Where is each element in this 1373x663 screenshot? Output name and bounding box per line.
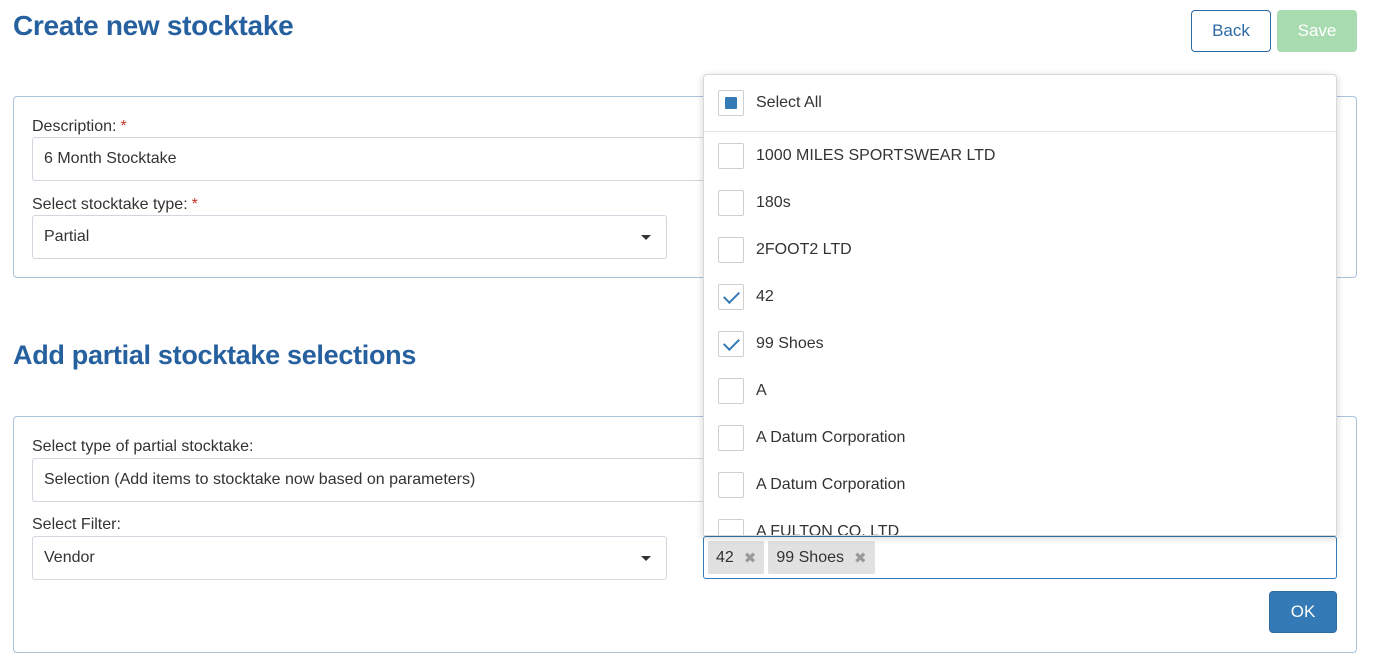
option-label: 99 Shoes — [756, 334, 824, 352]
partial-section-title: Add partial stocktake selections — [13, 340, 417, 370]
select-all-checkbox[interactable] — [718, 90, 744, 116]
option-label: 2FOOT2 LTD — [756, 240, 852, 258]
description-value: 6 Month Stocktake — [44, 150, 177, 167]
filter-select[interactable]: Vendor — [32, 536, 667, 580]
vendor-option[interactable]: 2FOOT2 LTD — [704, 226, 1336, 273]
vendor-option[interactable]: 99 Shoes — [704, 320, 1336, 367]
save-button[interactable]: Save — [1277, 10, 1357, 52]
option-label: A Datum Corporation — [756, 475, 906, 493]
option-checkbox[interactable] — [718, 142, 744, 169]
vendor-option[interactable]: 1000 MILES SPORTSWEAR LTD — [704, 132, 1336, 179]
option-checkbox[interactable] — [718, 471, 744, 498]
chip-label: 42 — [716, 548, 734, 566]
vendor-option[interactable]: 42 — [704, 273, 1336, 320]
filter-value: Vendor — [44, 549, 95, 566]
partial-type-value: Selection (Add items to stocktake now ba… — [44, 471, 476, 488]
caret-down-icon — [641, 556, 651, 561]
option-checkbox[interactable] — [718, 377, 744, 404]
option-label: A Datum Corporation — [756, 428, 906, 446]
vendor-option[interactable]: 180s — [704, 179, 1336, 226]
stocktake-type-select[interactable]: Partial — [32, 215, 667, 259]
selected-chip: 42 ✖ — [708, 541, 765, 574]
option-label: 180s — [756, 193, 791, 211]
select-all-label: Select All — [756, 94, 822, 111]
description-label-text: Description: — [32, 118, 117, 135]
caret-down-icon — [641, 235, 651, 240]
required-marker: * — [191, 196, 198, 213]
filter-label: Select Filter: — [32, 516, 121, 533]
description-input[interactable]: 6 Month Stocktake — [32, 137, 732, 181]
vendor-option[interactable]: A FULTON CO. LTD — [704, 508, 1336, 536]
option-checkbox[interactable] — [718, 330, 744, 357]
option-label: A FULTON CO. LTD — [756, 522, 900, 536]
vendor-option[interactable]: A — [704, 367, 1336, 414]
option-label: 1000 MILES SPORTSWEAR LTD — [756, 146, 996, 164]
vendor-option[interactable]: A Datum Corporation — [704, 461, 1336, 508]
ok-button[interactable]: OK — [1269, 591, 1337, 633]
option-checkbox[interactable] — [718, 283, 744, 310]
create-stocktake-page: Create new stocktake Back Save Descripti… — [0, 0, 1373, 663]
back-button[interactable]: Back — [1191, 10, 1271, 52]
vendor-option-list[interactable]: 1000 MILES SPORTSWEAR LTD 180s 2FOOT2 LT… — [704, 132, 1336, 536]
option-label: A — [756, 381, 767, 399]
chip-label: 99 Shoes — [776, 548, 844, 566]
option-label: 42 — [756, 287, 774, 305]
partial-type-label: Select type of partial stocktake: — [32, 438, 254, 455]
remove-chip-icon[interactable]: ✖ — [744, 549, 757, 567]
selected-chip: 99 Shoes ✖ — [768, 541, 875, 574]
stocktake-type-label: Select stocktake type: * — [32, 196, 198, 214]
description-label: Description: * — [32, 118, 127, 136]
stocktake-type-value: Partial — [44, 228, 90, 245]
vendor-dropdown: Select All 1000 MILES SPORTSWEAR LTD 180… — [703, 74, 1337, 536]
page-title: Create new stocktake — [13, 10, 294, 41]
partial-type-select[interactable]: Selection (Add items to stocktake now ba… — [32, 458, 732, 502]
option-checkbox[interactable] — [718, 189, 744, 216]
option-checkbox[interactable] — [718, 518, 744, 535]
select-all-option[interactable]: Select All — [704, 75, 1336, 132]
vendor-option[interactable]: A Datum Corporation — [704, 414, 1336, 461]
option-checkbox[interactable] — [718, 424, 744, 451]
option-checkbox[interactable] — [718, 236, 744, 263]
required-marker: * — [120, 118, 127, 135]
remove-chip-icon[interactable]: ✖ — [854, 549, 867, 567]
vendor-multiselect[interactable]: 42 ✖ 99 Shoes ✖ — [703, 536, 1337, 579]
stocktake-type-label-text: Select stocktake type: — [32, 196, 188, 213]
